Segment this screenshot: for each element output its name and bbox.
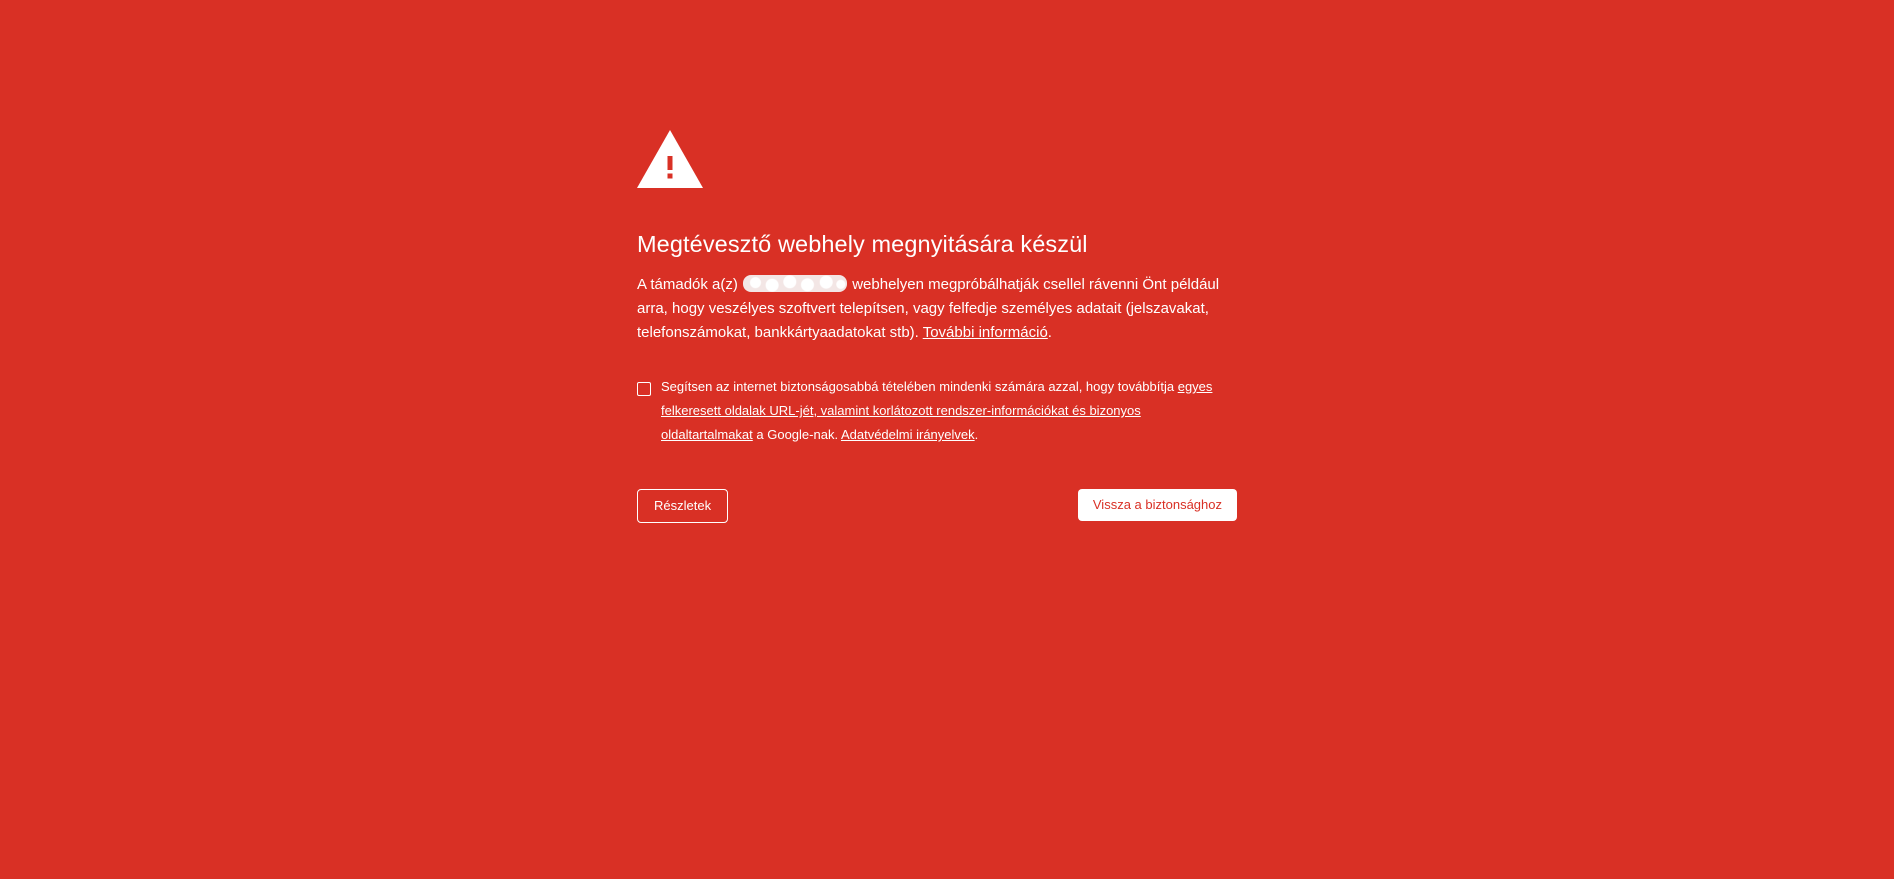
description-text-end: . [1047, 324, 1052, 341]
optin-text-start: Segítsen az internet biztonságosabbá tét… [661, 379, 1178, 394]
interstitial-container: Megtévesztő webhely megnyitására készül … [637, 130, 1237, 525]
extended-reporting-optin: Segítsen az internet biztonságosabbá tét… [637, 379, 1237, 447]
description-text-start: A támadók a(z) [637, 276, 743, 293]
more-info-link[interactable]: További információ [923, 324, 1048, 341]
privacy-policy-link[interactable]: Adatvédelmi irányelvek [841, 427, 975, 442]
warning-triangle-icon [637, 130, 703, 188]
warning-description: A támadók a(z) webhelyen megpróbálhatják… [637, 273, 1227, 345]
page-title: Megtévesztő webhely megnyitására készül [637, 231, 1088, 257]
optin-text-middle: a Google-nak. [752, 427, 841, 442]
redacted-site-name [743, 275, 848, 292]
details-button[interactable]: Részletek [637, 489, 729, 523]
back-to-safety-button[interactable]: Vissza a biztonsághoz [1077, 489, 1237, 521]
safe-browsing-interstitial-page: Megtévesztő webhely megnyitására készül … [0, 0, 1894, 879]
optin-label: Segítsen az internet biztonságosabbá tét… [661, 375, 1216, 447]
extended-reporting-checkbox[interactable] [637, 382, 651, 396]
optin-text-end: . [974, 427, 979, 442]
button-row: Részletek Vissza a biztonsághoz [637, 489, 1237, 525]
